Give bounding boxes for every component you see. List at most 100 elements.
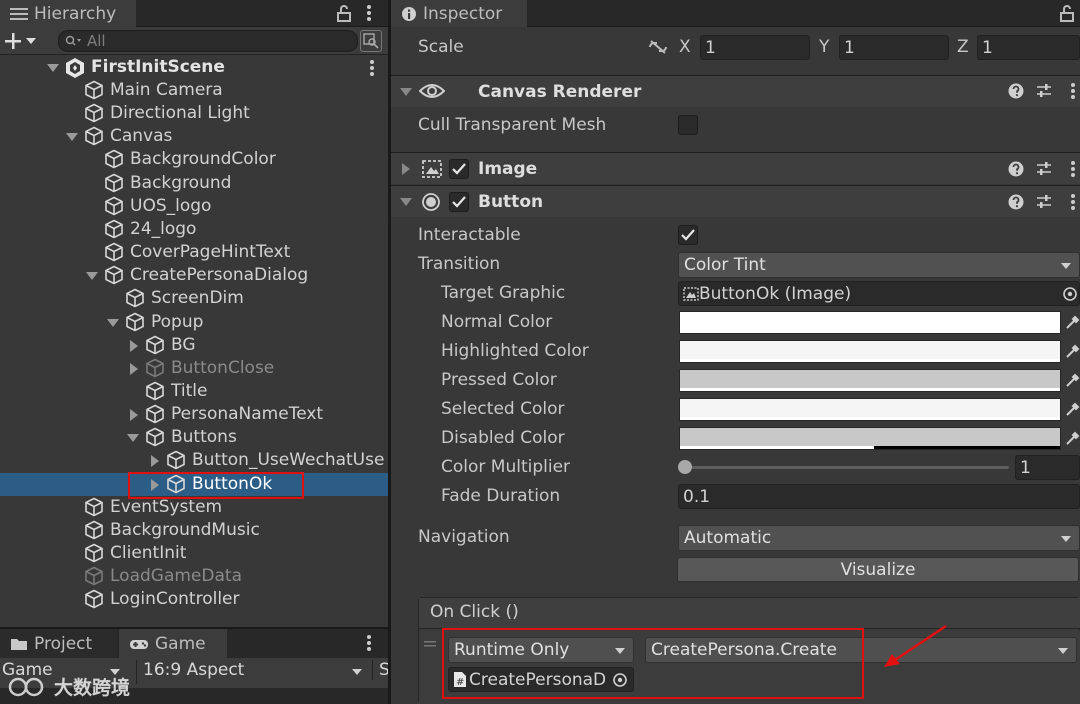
fade-duration-label: Fade Duration <box>441 486 561 506</box>
color-multiplier-handle[interactable] <box>678 460 692 474</box>
component-menu-icon[interactable] <box>1070 160 1076 178</box>
help-icon[interactable] <box>1008 161 1024 177</box>
preset-sliders-icon[interactable] <box>1036 161 1052 177</box>
object-picker-icon[interactable] <box>1062 286 1078 302</box>
button-enabled-checkbox[interactable] <box>449 192 469 212</box>
component-menu-icon[interactable] <box>1070 193 1076 211</box>
tab-hierarchy[interactable]: Hierarchy <box>0 0 136 27</box>
component-menu-icon[interactable] <box>1070 82 1076 100</box>
fold-arrow-down-icon[interactable] <box>86 272 98 281</box>
fold-arrow-icon[interactable] <box>400 88 412 96</box>
hierarchy-item-label: Canvas <box>110 126 173 147</box>
eyedropper-icon[interactable] <box>1065 431 1080 450</box>
cull-transparent-checkbox[interactable] <box>678 115 698 135</box>
hierarchy-item[interactable]: Background <box>0 172 388 195</box>
hierarchy-item[interactable]: Directional Light <box>0 102 388 125</box>
hierarchy-item[interactable]: 24_logo <box>0 218 388 241</box>
gameobject-cube-icon <box>104 149 124 169</box>
hierarchy-item[interactable]: Button_UseWechatUse <box>0 449 388 472</box>
hierarchy-item[interactable]: Title <box>0 380 388 403</box>
scale-slider-label[interactable]: S <box>372 660 388 680</box>
interactable-checkbox[interactable] <box>678 225 698 245</box>
create-button[interactable] <box>4 30 44 52</box>
visualize-button[interactable]: Visualize <box>677 557 1079 582</box>
hierarchy-item[interactable]: PersonaNameText <box>0 403 388 426</box>
chevron-down-icon <box>352 669 362 675</box>
hierarchy-item[interactable]: Popup <box>0 311 388 334</box>
fold-arrow-right-icon[interactable] <box>130 362 138 375</box>
eyedropper-icon[interactable] <box>1065 344 1080 363</box>
color-multiplier-track[interactable] <box>683 466 1009 469</box>
watermark-logo-icon <box>8 677 44 696</box>
hierarchy-item[interactable]: BG <box>0 334 388 357</box>
scene-menu-icon[interactable] <box>369 59 375 77</box>
scene-visibility-button[interactable] <box>360 30 382 52</box>
tab-project[interactable]: Project <box>0 629 117 658</box>
button-header[interactable]: Button <box>391 185 1080 217</box>
transition-label: Transition <box>418 254 501 274</box>
help-icon[interactable] <box>1008 83 1024 99</box>
scale-x-field[interactable]: 1 <box>700 35 810 60</box>
fold-arrow-right-icon[interactable] <box>151 455 159 468</box>
canvas-renderer-header[interactable]: Canvas Renderer <box>391 75 1080 107</box>
scale-y-field[interactable]: 1 <box>839 35 949 60</box>
eyedropper-icon[interactable] <box>1065 402 1080 421</box>
eye-icon <box>419 84 445 98</box>
preset-sliders-icon[interactable] <box>1036 83 1052 99</box>
fold-arrow-icon[interactable] <box>402 163 410 175</box>
hierarchy-item-label: EventSystem <box>110 496 223 517</box>
fold-arrow-icon[interactable] <box>47 64 59 72</box>
image-header[interactable]: Image <box>391 152 1080 184</box>
hierarchy-item[interactable]: LoginController <box>0 588 388 611</box>
fold-arrow-down-icon[interactable] <box>107 318 119 327</box>
aspect-dropdown[interactable]: 16:9 Aspect <box>136 660 368 684</box>
fold-arrow-right-icon[interactable] <box>130 409 138 422</box>
fold-arrow-down-icon[interactable] <box>66 133 78 142</box>
pressed-color-swatch[interactable] <box>679 369 1061 393</box>
highlighted-color-swatch[interactable] <box>679 340 1061 364</box>
bottom-kebab-icon[interactable] <box>366 634 372 652</box>
scene-row[interactable]: FirstInitScene <box>0 56 388 79</box>
search-input[interactable]: All <box>58 30 358 52</box>
gameobject-cube-icon <box>104 196 124 216</box>
hierarchy-item[interactable]: ButtonClose <box>0 357 388 380</box>
hierarchy-item[interactable]: CoverPageHintText <box>0 241 388 264</box>
lock-icon[interactable] <box>336 5 352 22</box>
hierarchy-toolbar: All <box>0 27 388 55</box>
unlink-scale-icon[interactable] <box>647 39 669 55</box>
fold-arrow-icon[interactable] <box>400 198 412 206</box>
hierarchy-item[interactable]: ScreenDim <box>0 287 388 310</box>
normal-color-swatch[interactable] <box>679 311 1061 334</box>
navigation-dropdown[interactable]: Automatic <box>678 525 1080 551</box>
drag-handle-icon[interactable] <box>424 640 436 648</box>
target-graphic-label: Target Graphic <box>441 283 566 303</box>
eyedropper-icon[interactable] <box>1065 373 1080 392</box>
fold-arrow-down-icon[interactable] <box>127 434 139 443</box>
image-enabled-checkbox[interactable] <box>449 159 469 179</box>
preset-sliders-icon[interactable] <box>1036 194 1052 210</box>
lock-icon[interactable] <box>1059 5 1075 22</box>
hierarchy-item[interactable]: LoadGameData <box>0 565 388 588</box>
scale-z-field[interactable]: 1 <box>977 35 1080 60</box>
hierarchy-item[interactable]: BackgroundMusic <box>0 519 388 542</box>
hierarchy-item[interactable]: Main Camera <box>0 79 388 102</box>
target-graphic-field[interactable]: ButtonOk (Image) <box>678 281 1080 306</box>
kebab-menu-icon[interactable] <box>366 4 372 22</box>
hierarchy-item[interactable]: UOS_logo <box>0 195 388 218</box>
fade-duration-field[interactable]: 0.1 <box>678 484 1080 509</box>
hierarchy-item[interactable]: EventSystem <box>0 496 388 519</box>
tab-inspector[interactable]: Inspector <box>391 0 527 27</box>
transition-dropdown[interactable]: Color Tint <box>678 252 1080 278</box>
hierarchy-item[interactable]: Canvas <box>0 125 388 148</box>
hierarchy-item[interactable]: CreatePersonaDialog <box>0 264 388 287</box>
tab-game[interactable]: Game <box>119 629 227 658</box>
hierarchy-item[interactable]: Buttons <box>0 426 388 449</box>
eyedropper-icon[interactable] <box>1065 315 1080 334</box>
color-multiplier-field[interactable]: 1 <box>1015 455 1080 480</box>
hierarchy-item[interactable]: BackgroundColor <box>0 148 388 171</box>
help-icon[interactable] <box>1008 194 1024 210</box>
selected-color-swatch[interactable] <box>679 398 1061 422</box>
fold-arrow-right-icon[interactable] <box>130 339 138 352</box>
hierarchy-item[interactable]: ClientInit <box>0 542 388 565</box>
disabled-color-swatch[interactable] <box>679 427 1061 451</box>
